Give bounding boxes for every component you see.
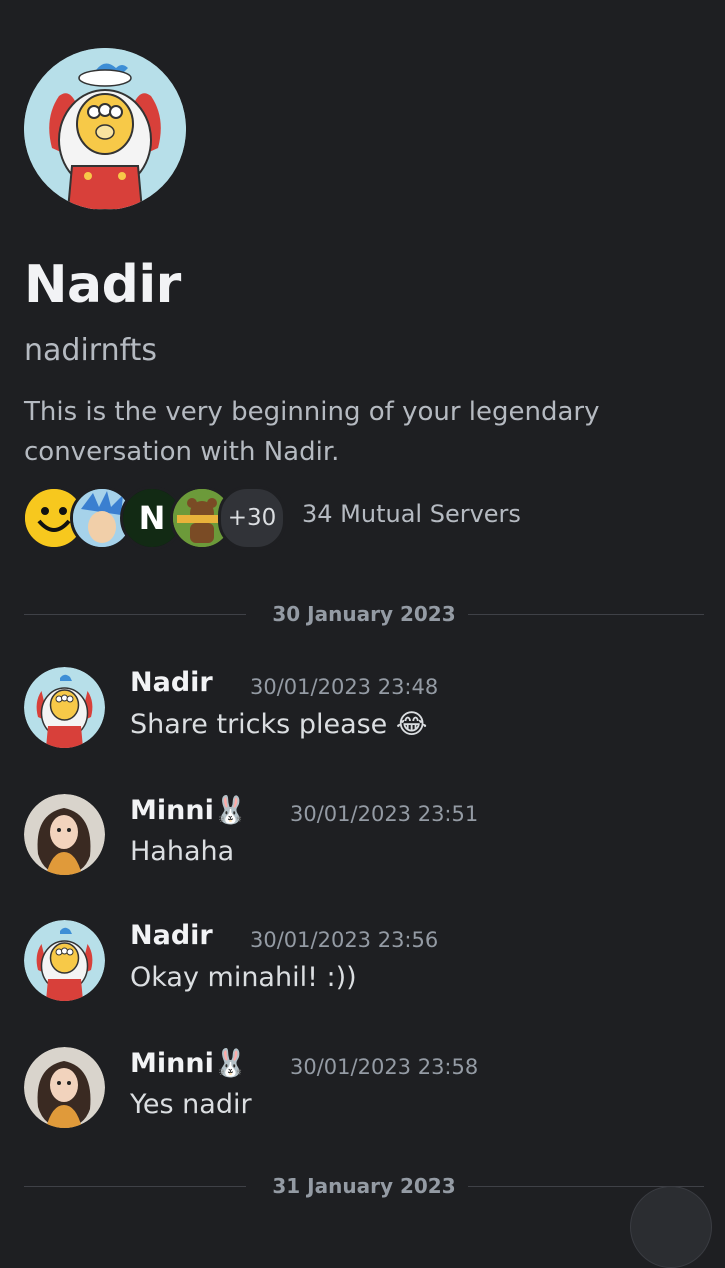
message-text: Okay minahil! :)) — [130, 962, 357, 993]
author-avatar[interactable] — [24, 920, 105, 1001]
conversation-intro: This is the very beginning of your legen… — [24, 397, 600, 467]
author-avatar[interactable] — [24, 667, 105, 748]
message[interactable]: Minni🐰 30/01/2023 23:51 Hahaha — [24, 794, 704, 894]
message-author[interactable]: Minni🐰 — [130, 1047, 247, 1079]
message[interactable]: Nadir 30/01/2023 23:48 Share tricks plea… — [24, 667, 704, 767]
date-divider: 30 January 2023 — [24, 599, 704, 629]
message[interactable]: Nadir 30/01/2023 23:56 Okay minahil! :)) — [24, 920, 704, 1020]
dm-conversation: Nadir nadirnfts This is the very beginni… — [0, 0, 725, 1268]
jump-button[interactable] — [630, 1186, 712, 1268]
message-author[interactable]: Minni🐰 — [130, 794, 247, 826]
divider-line — [468, 614, 704, 615]
message[interactable]: Minni🐰 30/01/2023 23:58 Yes nadir — [24, 1047, 704, 1147]
message-text: Hahaha — [130, 836, 235, 867]
more-servers-badge[interactable]: +30 — [218, 486, 286, 550]
author-avatar[interactable] — [24, 1047, 105, 1128]
profile-avatar[interactable] — [24, 48, 186, 210]
profile-username: nadirnfts — [24, 333, 158, 368]
svg-text:N: N — [139, 499, 166, 537]
message-timestamp: 30/01/2023 23:48 — [250, 675, 439, 699]
message-author[interactable]: Nadir — [130, 667, 213, 698]
author-avatar[interactable] — [24, 794, 105, 875]
message-timestamp: 30/01/2023 23:51 — [290, 802, 479, 826]
message-timestamp: 30/01/2023 23:56 — [250, 928, 439, 952]
date-divider: 31 January 2023 — [24, 1171, 704, 1201]
message-author[interactable]: Nadir — [130, 920, 213, 951]
message-timestamp: 30/01/2023 23:58 — [290, 1055, 479, 1079]
mutual-servers[interactable]: N +30 34 Mutual Servers — [22, 486, 702, 550]
nadir-avatar-art — [24, 48, 186, 210]
mutual-servers-label[interactable]: 34 Mutual Servers — [302, 500, 521, 528]
message-text: Yes nadir — [130, 1089, 252, 1120]
message-text: Share tricks please 😂 — [130, 709, 428, 740]
profile-display-name: Nadir — [24, 255, 181, 315]
